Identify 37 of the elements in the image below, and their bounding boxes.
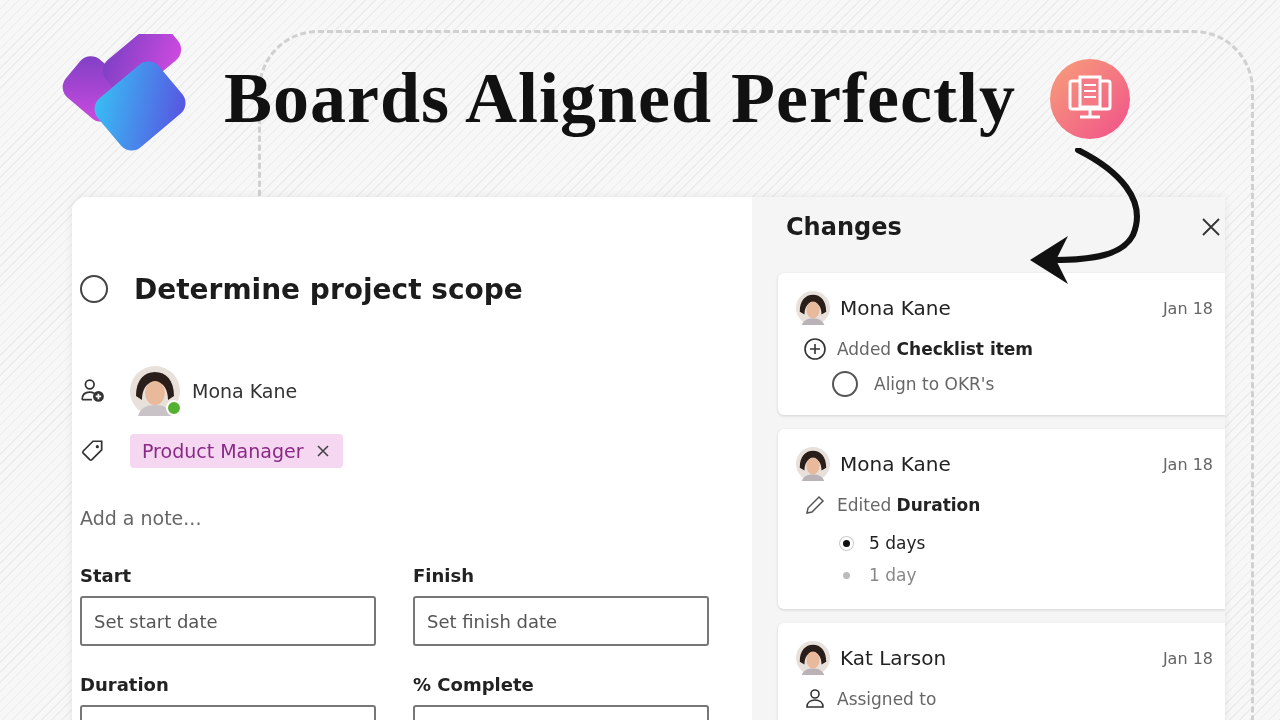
avatar <box>130 366 180 416</box>
label-text: Product Manager <box>142 440 304 462</box>
change-date: Jan 18 <box>1162 454 1213 474</box>
assign-person-icon[interactable] <box>80 378 106 404</box>
author-name: Kat Larson <box>840 646 948 670</box>
author-name: Mona Kane <box>840 296 952 320</box>
change-description: Added Checklist item <box>837 339 1034 359</box>
change-description: Assigned to <box>837 689 937 709</box>
checklist-checkbox[interactable] <box>832 371 858 397</box>
avatar <box>796 291 830 325</box>
avatar <box>796 447 830 481</box>
avatar <box>796 641 830 675</box>
panel-title: Changes <box>786 213 902 241</box>
person-icon <box>803 687 827 711</box>
author-name: Mona Kane <box>840 452 952 476</box>
remove-icon[interactable] <box>315 443 332 459</box>
date-field[interactable]: Set start date <box>80 596 376 646</box>
field-label: % Complete <box>413 674 535 695</box>
change-description: Edited Duration <box>837 495 981 515</box>
value-text: 1 day <box>869 565 917 585</box>
change-date: Jan 18 <box>1162 298 1213 318</box>
complete-checkbox[interactable] <box>80 275 108 303</box>
tag-icon[interactable] <box>80 438 106 464</box>
assignee-name: Mona Kane <box>192 380 298 402</box>
task-title: Determine project scope <box>134 272 523 306</box>
pencil-icon <box>803 493 827 517</box>
add-circle-icon <box>803 337 827 361</box>
date-field[interactable]: Set finish date <box>413 596 709 646</box>
field-label: Finish <box>413 565 475 586</box>
field-label: Start <box>80 565 133 586</box>
document-screen-icon <box>1049 58 1130 139</box>
change-date: Jan 18 <box>1162 648 1213 668</box>
checklist-item-text: Align to OKR's <box>874 374 995 394</box>
value-text: 5 days <box>869 533 926 553</box>
close-icon[interactable] <box>1201 217 1221 237</box>
field-label: Duration <box>80 674 170 695</box>
headline: Boards Aligned Perfectly <box>224 57 1016 140</box>
